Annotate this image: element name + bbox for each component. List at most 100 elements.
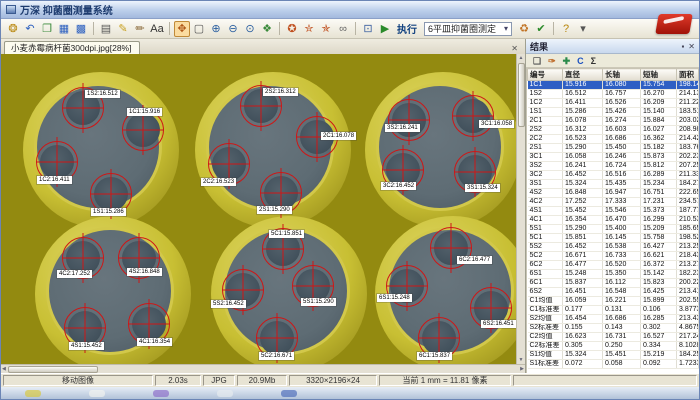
- vertical-scroll-thumb[interactable]: [518, 63, 525, 127]
- refresh-icon[interactable]: ♻: [516, 21, 532, 37]
- close-panel-icon[interactable]: ✕: [688, 42, 695, 51]
- taskbar-item[interactable]: [25, 390, 41, 397]
- zone-label[interactable]: 5S2:16.452: [211, 300, 246, 308]
- result-row[interactable]: 4C116.35416.47016.299210.5353: [528, 216, 699, 225]
- zone-label[interactable]: 3S1:15.324: [465, 184, 500, 192]
- result-row[interactable]: 1C216.41116.52616.209211.2265: [528, 99, 699, 108]
- result-row[interactable]: 5C115.85116.14515.758198.5204: [528, 234, 699, 243]
- column-header[interactable]: 面积: [677, 69, 699, 81]
- calibrate-icon[interactable]: ✪: [284, 21, 300, 37]
- horizontal-scrollbar[interactable]: ◀ ▶: [1, 364, 525, 373]
- scroll-right-icon[interactable]: ▶: [519, 365, 525, 373]
- export-result-icon[interactable]: ❏: [533, 55, 541, 67]
- result-row[interactable]: 4S216.84816.94716.751222.6530: [528, 189, 699, 198]
- zoom-actual-icon[interactable]: ⊙: [242, 21, 258, 37]
- result-row[interactable]: 2S216.31216.60316.027208.9888: [528, 126, 699, 135]
- result-row[interactable]: 5S115.29015.40015.209185.6550: [528, 225, 699, 234]
- image-list-icon[interactable]: ❐: [39, 21, 55, 37]
- apply-icon[interactable]: ✔: [533, 21, 549, 37]
- help-caret-icon[interactable]: ▾: [575, 21, 591, 37]
- summary-row[interactable]: S2标准差0.1550.1430.3024.8675: [528, 324, 699, 333]
- system-menu-icon[interactable]: [6, 5, 16, 14]
- summary-row[interactable]: S2均值16.45416.68616.285213.4345: [528, 315, 699, 324]
- zone-label[interactable]: 2S2:16.312: [263, 88, 298, 96]
- sum-result-icon[interactable]: Σ: [591, 55, 596, 67]
- taskbar-item[interactable]: [217, 390, 233, 397]
- annotate-icon[interactable]: ✏: [132, 21, 148, 37]
- measure-icon[interactable]: ✮: [301, 21, 317, 37]
- edit-result-icon[interactable]: ✑: [548, 55, 556, 67]
- horizontal-scroll-thumb[interactable]: [8, 366, 98, 373]
- result-row[interactable]: 4C217.25217.33317.231234.5730: [528, 198, 699, 207]
- zone-label[interactable]: 3C2:16.452: [381, 182, 416, 190]
- summary-row[interactable]: C1标准差0.1770.1310.1063.8773: [528, 306, 699, 315]
- zone-label[interactable]: 2S1:15.290: [257, 206, 292, 214]
- fit-window-icon[interactable]: ❖: [259, 21, 275, 37]
- image-tab[interactable]: 小麦赤霉病杆菌300dpi.jpg[28%]: [4, 41, 140, 54]
- zone-label[interactable]: 4C1:16.354: [137, 338, 172, 346]
- zoom-in-icon[interactable]: ⊕: [208, 21, 224, 37]
- summary-row[interactable]: C2均值16.62316.73116.527217.2493: [528, 333, 699, 342]
- result-row[interactable]: 6C115.83716.11215.823200.2280: [528, 279, 699, 288]
- save-icon[interactable]: ▦: [56, 21, 72, 37]
- summary-row[interactable]: S1均值15.32415.45115.219184.2530: [528, 351, 699, 360]
- camera-icon[interactable]: ⊡: [360, 21, 376, 37]
- select-region-icon[interactable]: ▢: [191, 21, 207, 37]
- zone-label[interactable]: 3S2:16.241: [385, 124, 420, 132]
- zone-label[interactable]: 6C2:16.477: [457, 256, 492, 264]
- zone-label[interactable]: 3C1:16.058: [479, 120, 514, 128]
- result-row[interactable]: 6S115.24815.35015.142182.2320: [528, 270, 699, 279]
- flag-result-icon[interactable]: ✚: [563, 55, 571, 67]
- zone-label[interactable]: 1S1:15.286: [91, 208, 126, 216]
- result-row[interactable]: 5S216.45216.53816.427213.2587: [528, 243, 699, 252]
- zone-label[interactable]: 6S2:16.451: [481, 320, 516, 328]
- back-icon[interactable]: ↶: [22, 21, 38, 37]
- vertical-scrollbar[interactable]: ▲ ▼: [516, 54, 525, 364]
- summary-row[interactable]: S1标准差0.0720.0580.0921.7233: [528, 360, 699, 369]
- zone-label[interactable]: 6S1:15.248: [377, 294, 412, 302]
- result-row[interactable]: 1S216.51216.75716.270214.1358: [528, 90, 699, 99]
- scroll-up-icon[interactable]: ▲: [518, 54, 525, 62]
- zone-label[interactable]: 5S1:15.290: [301, 298, 336, 306]
- text-tool-icon[interactable]: Aa: [149, 21, 165, 37]
- result-row[interactable]: 1S115.28615.42615.140183.5160: [528, 108, 699, 117]
- result-row[interactable]: 1C115.91616.08015.754198.1400: [528, 81, 699, 90]
- result-row[interactable]: 2S115.29015.45015.182183.7655: [528, 144, 699, 153]
- result-row[interactable]: 3S216.24116.72415.812207.2542: [528, 162, 699, 171]
- result-row[interactable]: 3S115.32415.43515.234184.2735: [528, 180, 699, 189]
- clear-result-icon[interactable]: C: [577, 55, 584, 67]
- column-header[interactable]: 编号: [528, 69, 563, 81]
- zone-label[interactable]: 6C1:15.837: [417, 352, 452, 360]
- hand-tool-icon[interactable]: ✥: [174, 21, 190, 37]
- image-viewport[interactable]: 1S2:16.5121C1:15.9161C2:16.4111S1:15.286…: [1, 54, 516, 364]
- result-row[interactable]: 6S216.45116.54816.425213.4163: [528, 288, 699, 297]
- zone-label[interactable]: 4S1:15.452: [69, 342, 104, 350]
- summary-row[interactable]: C1均值16.05916.22115.899202.5571: [528, 297, 699, 306]
- zone-label[interactable]: 4C2:17.252: [57, 270, 92, 278]
- open-image-icon[interactable]: ❂: [5, 21, 21, 37]
- result-row[interactable]: 2C216.52316.68616.362214.4225: [528, 135, 699, 144]
- taskbar-item[interactable]: [89, 390, 105, 397]
- run-icon[interactable]: ▶: [377, 21, 393, 37]
- pin-panel-icon[interactable]: ▪: [681, 42, 684, 51]
- run-label[interactable]: 执行: [397, 21, 417, 36]
- zone-label[interactable]: 2C1:16.078: [321, 132, 356, 140]
- zone-label[interactable]: 2C2:16.523: [201, 178, 236, 186]
- zone-label[interactable]: 4S2:16.848: [127, 268, 162, 276]
- column-header[interactable]: 直径: [563, 69, 603, 81]
- pencil-icon[interactable]: ✎: [115, 21, 131, 37]
- zone-label[interactable]: 1C2:16.411: [37, 176, 72, 184]
- taskbar-item[interactable]: [281, 390, 297, 397]
- task-selector[interactable]: 6平皿抑菌圈测定▾: [424, 22, 512, 36]
- column-header[interactable]: 长轴: [603, 69, 641, 81]
- zone-label[interactable]: 5C2:16.671: [259, 352, 294, 360]
- result-row[interactable]: 2C116.07816.27415.884203.0247: [528, 117, 699, 126]
- result-row[interactable]: 5C216.67116.73316.621218.4358: [528, 252, 699, 261]
- zone-label[interactable]: 5C1:15.851: [269, 230, 304, 238]
- summary-row[interactable]: C2标准差0.3050.2500.3348.1028: [528, 342, 699, 351]
- scroll-down-icon[interactable]: ▼: [518, 356, 525, 364]
- zoom-out-icon[interactable]: ⊖: [225, 21, 241, 37]
- help-icon[interactable]: ?: [558, 21, 574, 37]
- zone-label[interactable]: 1C1:15.916: [127, 108, 162, 116]
- result-row[interactable]: 4S115.45215.54615.373187.7702: [528, 207, 699, 216]
